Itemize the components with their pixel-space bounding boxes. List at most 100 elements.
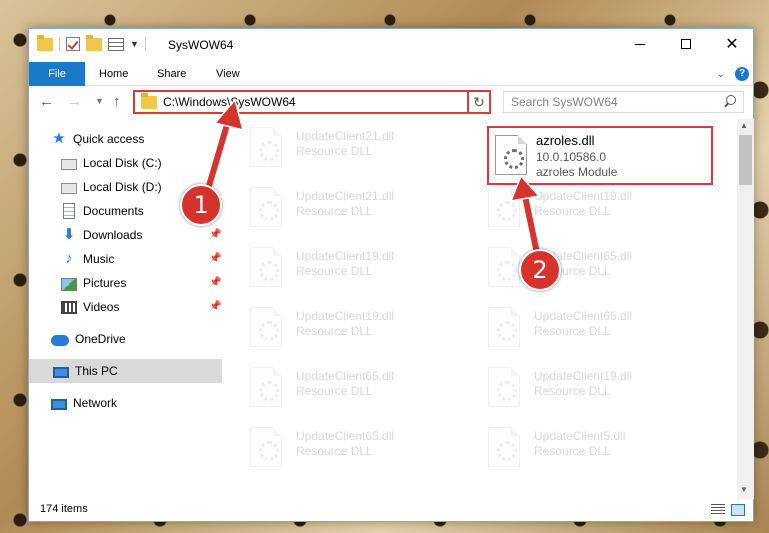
sidebar-item-videos[interactable]: Videos 📌 xyxy=(29,295,222,319)
vertical-scrollbar[interactable]: ▲ ▼ xyxy=(737,119,754,499)
search-icon[interactable] xyxy=(723,95,737,109)
sidebar-item-onedrive[interactable]: OneDrive xyxy=(29,327,222,351)
pin-icon[interactable]: 📌 xyxy=(209,229,221,240)
file-tile[interactable]: UpdateClient65.dll Resource DLL xyxy=(246,423,476,471)
scroll-thumb[interactable] xyxy=(739,135,752,185)
folder-icon[interactable] xyxy=(37,34,53,51)
file-name: UpdateClient21.dll xyxy=(296,129,395,143)
scroll-up-icon[interactable]: ▲ xyxy=(740,121,748,130)
dll-file-icon xyxy=(250,127,282,167)
refresh-button[interactable]: ↻ xyxy=(467,90,491,114)
expand-ribbon-icon[interactable]: ⌄ xyxy=(717,69,725,80)
sidebar-item-label: Downloads xyxy=(83,228,143,242)
toolbar-separator xyxy=(144,37,146,51)
file-name: UpdateClient19.dll xyxy=(534,189,633,203)
file-tile[interactable]: UpdateClient19.dll Resource DLL xyxy=(484,183,714,231)
file-tile[interactable]: UpdateClient65.dll Resource DLL xyxy=(484,303,714,351)
file-name: UpdateClient19.dll xyxy=(296,309,395,323)
drive-icon xyxy=(61,159,77,170)
file-tile[interactable]: UpdateClient19.dll Resource DLL xyxy=(246,303,476,351)
star-icon: ★ xyxy=(52,130,66,147)
drive-icon xyxy=(61,183,77,194)
toolbar-separator xyxy=(59,37,60,51)
file-name: UpdateClient65.dll xyxy=(296,369,395,383)
sidebar-item-label: OneDrive xyxy=(75,332,126,346)
recent-locations-chevron-icon[interactable]: ▼ xyxy=(95,96,104,106)
sidebar-item-label: This PC xyxy=(75,364,118,378)
address-path[interactable]: C:\Windows\SysWOW64 xyxy=(163,95,471,109)
dll-file-icon xyxy=(488,187,520,227)
dll-file-icon xyxy=(250,307,282,347)
file-tile[interactable]: UpdateClient65.dll Resource DLL xyxy=(246,363,476,411)
new-folder-icon[interactable] xyxy=(86,34,102,51)
minimize-button[interactable] xyxy=(617,29,663,59)
chevron-down-icon[interactable]: ▼ xyxy=(130,39,139,49)
address-bar[interactable]: C:\Windows\SysWOW64 ⌄ xyxy=(133,90,487,114)
scroll-down-icon[interactable]: ▼ xyxy=(740,485,748,494)
file-name: azroles.dll xyxy=(536,133,595,148)
file-type: Resource DLL xyxy=(296,264,373,278)
navigation-pane: ★ Quick access Local Disk (C:) Local Dis… xyxy=(29,125,222,495)
tab-view[interactable]: View xyxy=(206,62,250,86)
file-tile[interactable]: UpdateClient21.dll Resource DLL xyxy=(246,123,476,171)
status-bar: 174 items xyxy=(29,501,753,521)
ribbon-tabs: File Home Share View ⌄ ? xyxy=(29,62,753,86)
sidebar-item-label: Local Disk (C:) xyxy=(83,156,162,170)
tab-share[interactable]: Share xyxy=(147,62,196,86)
back-arrow-icon[interactable]: ← xyxy=(39,93,54,110)
maximize-button[interactable] xyxy=(663,29,709,59)
sidebar-item-this-pc[interactable]: This PC xyxy=(29,359,222,383)
file-type: Resource DLL xyxy=(534,444,611,458)
pin-icon[interactable]: 📌 xyxy=(209,253,221,264)
tiles-view-icon[interactable] xyxy=(731,504,745,516)
dll-file-icon xyxy=(250,247,282,287)
tab-file[interactable]: File xyxy=(29,62,85,86)
search-box[interactable]: Search SysWOW64 xyxy=(503,91,744,113)
forward-arrow-icon[interactable]: → xyxy=(67,93,82,110)
sidebar-item-label: Videos xyxy=(83,300,120,314)
highlighted-file-azroles[interactable]: azroles.dll 10.0.10586.0 azroles Module xyxy=(487,126,713,185)
file-name: UpdateClient21.dll xyxy=(296,189,395,203)
sidebar-item-pictures[interactable]: Pictures 📌 xyxy=(29,271,222,295)
properties-icon[interactable] xyxy=(108,37,124,51)
quick-access-toolbar: ▼ xyxy=(37,34,146,51)
file-type: Resource DLL xyxy=(296,324,373,338)
details-view-icon[interactable] xyxy=(711,504,725,516)
cloud-icon xyxy=(51,335,69,346)
file-name: UpdateClient65.dll xyxy=(296,429,395,443)
sidebar-item-local-disk-c[interactable]: Local Disk (C:) xyxy=(29,151,222,175)
sidebar-item-label: Network xyxy=(73,396,118,410)
refresh-icon: ↻ xyxy=(473,93,485,110)
file-tile[interactable]: UpdateClient19.dll Resource DLL xyxy=(246,243,476,291)
sidebar-item-label: Music xyxy=(83,252,115,266)
maximize-icon xyxy=(681,39,691,49)
pin-icon[interactable]: 📌 xyxy=(209,277,221,288)
up-arrow-icon[interactable]: ↑ xyxy=(113,93,121,110)
dll-file-icon xyxy=(488,307,520,347)
dll-file-icon xyxy=(250,427,282,467)
file-type: Resource DLL xyxy=(296,384,373,398)
sidebar-item-downloads[interactable]: ⬇ Downloads 📌 xyxy=(29,223,222,247)
tab-home[interactable]: Home xyxy=(89,62,138,86)
dll-file-icon xyxy=(488,367,520,407)
file-tile[interactable]: UpdateClient19.dll Resource DLL xyxy=(484,363,714,411)
file-type: Resource DLL xyxy=(534,324,611,338)
sidebar-item-network[interactable]: Network xyxy=(29,391,222,415)
music-icon: ♪ xyxy=(65,250,73,267)
folder-icon xyxy=(141,92,157,109)
sidebar-item-quick-access[interactable]: ★ Quick access xyxy=(29,127,222,151)
file-tile[interactable]: UpdateClient21.dll Resource DLL xyxy=(246,183,476,231)
file-type: Resource DLL xyxy=(296,444,373,458)
close-button[interactable]: ✕ xyxy=(709,29,755,59)
file-name: UpdateClient19.dll xyxy=(534,369,633,383)
file-tile[interactable]: UpdateClient5.dll Resource DLL xyxy=(484,423,714,471)
sidebar-item-music[interactable]: ♪ Music 📌 xyxy=(29,247,222,271)
properties-check-icon[interactable] xyxy=(66,37,80,51)
computer-icon xyxy=(53,366,69,378)
pin-icon[interactable]: 📌 xyxy=(209,301,221,312)
minimize-icon xyxy=(635,43,645,45)
file-description: azroles Module xyxy=(536,165,618,179)
search-input[interactable]: Search SysWOW64 xyxy=(511,95,723,109)
sidebar-item-label: Local Disk (D:) xyxy=(83,180,162,194)
help-icon[interactable]: ? xyxy=(735,67,749,81)
